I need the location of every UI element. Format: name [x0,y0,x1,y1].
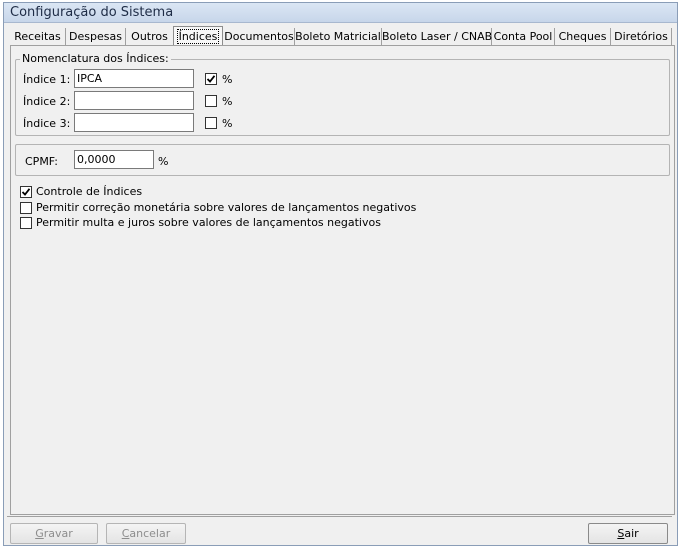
tab-page-indices: Nomenclatura dos Índices: Índice 1: IPCA… [10,45,675,515]
config-window: Configuração do Sistema Receitas Despesa… [3,2,678,546]
cpmf-unit: % [158,155,169,168]
tab-receitas[interactable]: Receitas [10,28,66,45]
indice-3-label: Índice 3: [23,117,71,130]
tab-diretorios[interactable]: Diretórios [611,28,672,45]
indice-3-input[interactable] [74,113,194,132]
tab-outros[interactable]: Outros [126,28,174,45]
tab-indices[interactable]: Índices [173,26,223,46]
indice-3-percent-checkbox[interactable] [205,117,217,129]
gravar-button[interactable]: Gravar [10,523,98,544]
sair-button[interactable]: Sair [588,523,668,544]
indice-1-input[interactable]: IPCA [74,69,194,88]
indice-1-percent-checkbox[interactable] [205,73,217,85]
button-bar: Gravar Cancelar Sair [7,516,672,544]
indice-2-percent-checkbox[interactable] [205,95,217,107]
indice-1-label: Índice 1: [23,73,71,86]
tab-documentos[interactable]: Documentos [224,28,295,45]
cpmf-label: CPMF: [25,155,58,168]
tab-cheques[interactable]: Cheques [555,28,611,45]
correcao-monetaria-label: Permitir correção monetária sobre valore… [36,201,417,214]
tab-boleto-laser-cnab[interactable]: Boleto Laser / CNAB [382,28,492,45]
title-bar: Configuração do Sistema [4,3,677,23]
cpmf-input[interactable]: 0,0000 [74,150,154,169]
controle-indices-checkbox[interactable] [20,186,32,198]
indice-2-percent-label: % [222,95,233,108]
correcao-monetaria-checkbox[interactable] [20,202,32,214]
tab-strip: Receitas Despesas Outros Índices Documen… [10,26,672,46]
check-icon [21,188,31,196]
check-icon [206,75,216,83]
multa-juros-label: Permitir multa e juros sobre valores de … [36,216,381,229]
cancelar-button[interactable]: Cancelar [106,523,186,544]
indice-3-percent-label: % [222,117,233,130]
indices-group-legend: Nomenclatura dos Índices: [20,52,171,65]
window-title: Configuração do Sistema [10,5,174,20]
cpmf-group: CPMF: 0,0000 % [15,144,670,176]
tab-boleto-matricial[interactable]: Boleto Matricial [295,28,382,45]
indices-group: Nomenclatura dos Índices: Índice 1: IPCA… [15,52,670,136]
indice-1-percent-label: % [222,73,233,86]
indice-2-label: Índice 2: [23,95,71,108]
tab-conta-pool[interactable]: Conta Pool [492,28,555,45]
tab-despesas[interactable]: Despesas [66,28,126,45]
controle-indices-label: Controle de Índices [36,185,143,198]
indice-2-input[interactable] [74,91,194,110]
multa-juros-checkbox[interactable] [20,217,32,229]
